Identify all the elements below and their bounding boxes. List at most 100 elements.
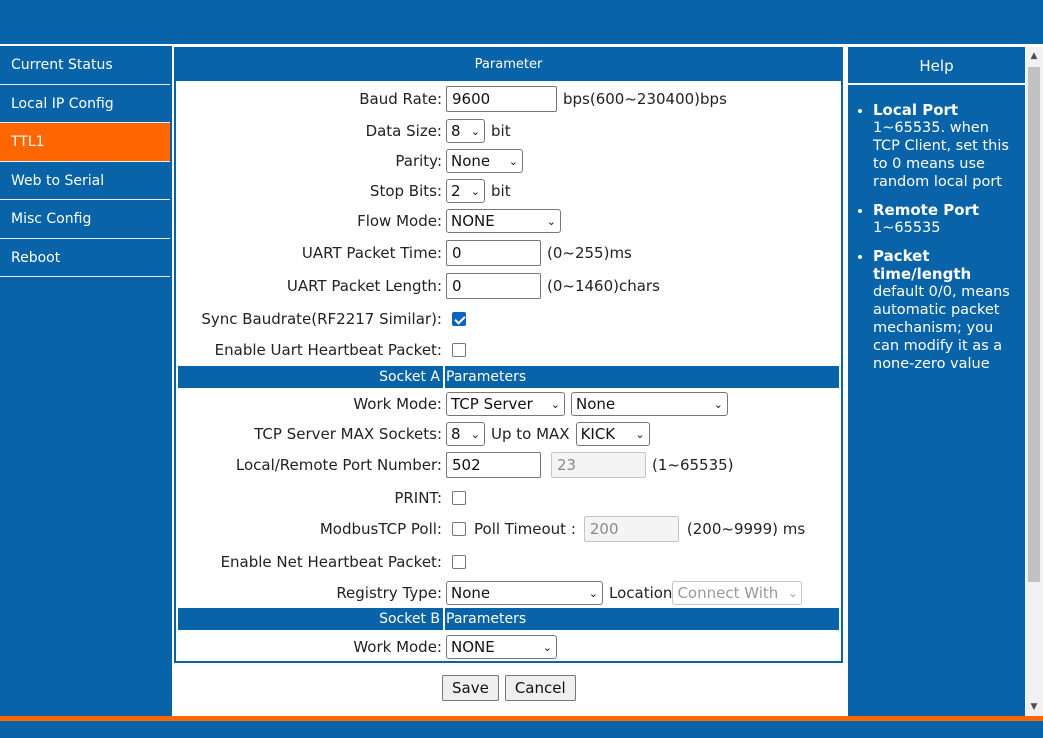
uart-packet-time-row: UART Packet Time: (0~255)ms — [176, 239, 841, 267]
registry-type-value: None — [451, 584, 491, 602]
flow-mode-row: Flow Mode: NONE ⌄ — [176, 207, 841, 235]
up-to-max-label: Up to MAX — [491, 425, 570, 443]
max-sockets-value: 8 — [451, 425, 461, 443]
baud-rate-label: Baud Rate: — [359, 90, 442, 108]
poll-timeout-label: Poll Timeout : — [474, 520, 576, 538]
help-item-text: 1~65535 — [873, 220, 941, 236]
max-sockets-select[interactable]: 8 ⌄ — [446, 422, 485, 446]
uart-packet-time-hint: (0~255)ms — [547, 244, 632, 262]
footer-bar — [0, 721, 1043, 738]
sidebar-item-current-status[interactable]: Current Status — [0, 46, 170, 85]
modbus-poll-row: ModbusTCP Poll: Poll Timeout : (200~9999… — [176, 515, 841, 543]
stop-bits-select[interactable]: 2 ⌄ — [446, 179, 485, 203]
socket-b-work-mode-label: Work Mode: — [353, 638, 442, 656]
poll-timeout-hint: (200~9999) ms — [686, 520, 806, 538]
flow-mode-value: NONE — [451, 212, 495, 230]
uart-packet-length-input[interactable] — [446, 273, 541, 299]
uart-packet-length-hint: (0~1460)chars — [547, 277, 660, 295]
registry-type-label: Registry Type: — [336, 584, 442, 602]
local-port-input[interactable] — [446, 452, 541, 478]
uart-packet-time-input[interactable] — [446, 240, 541, 266]
remote-port-input[interactable] — [551, 452, 646, 478]
net-heartbeat-row: Enable Net Heartbeat Packet: — [176, 548, 841, 576]
socket-a-protocol-value: None — [576, 395, 616, 413]
data-size-unit: bit — [491, 122, 511, 140]
port-number-label: Local/Remote Port Number: — [235, 456, 442, 474]
print-row: PRINT: — [176, 484, 841, 512]
location-label: Location — [609, 584, 673, 602]
stop-bits-value: 2 — [451, 182, 461, 200]
sync-baudrate-label: Sync Baudrate(RF2217 Similar): — [201, 310, 442, 328]
socket-a-parameters: Parameters — [446, 369, 527, 385]
section-divider — [443, 366, 445, 388]
max-policy-select[interactable]: KICK ⌄ — [575, 422, 650, 446]
sidebar-item-misc-config[interactable]: Misc Config — [0, 200, 170, 239]
sidebar-item-reboot[interactable]: Reboot — [0, 239, 170, 277]
baud-rate-input[interactable] — [446, 86, 557, 112]
parity-select[interactable]: None ⌄ — [446, 149, 523, 173]
uart-heartbeat-row: Enable Uart Heartbeat Packet: — [176, 336, 841, 364]
poll-timeout-input[interactable] — [583, 516, 679, 542]
uart-heartbeat-label: Enable Uart Heartbeat Packet: — [214, 341, 442, 359]
chevron-down-icon: ⌄ — [470, 124, 480, 138]
scroll-down-arrow-icon[interactable]: ▼ — [1025, 698, 1043, 716]
vertical-scrollbar[interactable]: ▲ ▼ — [1025, 47, 1043, 716]
data-size-label: Data Size: — [365, 122, 442, 140]
parity-row: Parity: None ⌄ — [176, 147, 841, 175]
chevron-down-icon: ⌄ — [470, 184, 480, 198]
cancel-button[interactable]: Cancel — [504, 675, 576, 701]
socket-a-work-mode-value: TCP Server — [451, 395, 533, 413]
print-label: PRINT: — [394, 489, 442, 507]
scroll-up-arrow-icon[interactable]: ▲ — [1025, 47, 1043, 65]
uart-packet-time-label: UART Packet Time: — [301, 244, 442, 262]
flow-mode-select[interactable]: NONE ⌄ — [446, 209, 561, 233]
help-panel: Help Local Port 1~65535. when TCP Client… — [848, 47, 1025, 716]
registry-type-select[interactable]: None ⌄ — [446, 581, 603, 605]
socket-a-protocol-select[interactable]: None ⌄ — [571, 392, 728, 416]
scroll-thumb[interactable] — [1028, 67, 1040, 582]
net-heartbeat-label: Enable Net Heartbeat Packet: — [220, 553, 442, 571]
chevron-down-icon: ⌄ — [546, 214, 556, 228]
save-button[interactable]: Save — [442, 675, 499, 701]
form-actions: Save Cancel — [442, 675, 576, 701]
data-size-row: Data Size: 8 ⌄ bit — [176, 117, 841, 145]
uart-packet-length-label: UART Packet Length: — [286, 277, 442, 295]
sync-baudrate-checkbox[interactable] — [452, 312, 466, 326]
panel-title: Parameter — [176, 49, 841, 81]
socket-a-section-bar: Socket A Parameters — [178, 366, 839, 388]
socket-a-work-mode-row: Work Mode: TCP Server ⌄ None ⌄ — [176, 390, 841, 418]
flow-mode-label: Flow Mode: — [357, 212, 442, 230]
location-value: Connect With — [677, 584, 779, 602]
chevron-down-icon: ⌄ — [542, 640, 552, 654]
chevron-down-icon: ⌄ — [788, 586, 798, 600]
socket-b-work-mode-select[interactable]: NONE ⌄ — [446, 635, 557, 659]
chevron-down-icon: ⌄ — [470, 427, 480, 441]
port-number-row: Local/Remote Port Number: (1~65535) — [176, 451, 841, 479]
uart-packet-length-row: UART Packet Length: (0~1460)chars — [176, 272, 841, 300]
registry-type-row: Registry Type: None ⌄ Location Connect Wi… — [176, 579, 841, 607]
max-sockets-label: TCP Server MAX Sockets: — [254, 425, 442, 443]
socket-a-work-mode-select[interactable]: TCP Server ⌄ — [446, 392, 565, 416]
socket-b-section-bar: Socket B Parameters — [178, 608, 839, 630]
chevron-down-icon: ⌄ — [550, 397, 560, 411]
help-item-local-port: Local Port 1~65535. when TCP Client, set… — [873, 101, 1019, 191]
uart-heartbeat-checkbox[interactable] — [452, 343, 466, 357]
sidebar-item-web-to-serial[interactable]: Web to Serial — [0, 162, 170, 200]
modbus-poll-checkbox[interactable] — [452, 522, 466, 536]
help-title: Help — [848, 47, 1025, 85]
help-item-title: Remote Port — [873, 201, 980, 219]
help-item-text: 1~65535. when TCP Client, set this to 0 … — [873, 120, 1009, 190]
print-checkbox[interactable] — [452, 491, 466, 505]
parity-value: None — [451, 152, 491, 170]
socket-b-work-mode-row: Work Mode: NONE ⌄ — [176, 633, 841, 661]
sidebar-nav: Current Status Local IP Config TTL1 Web … — [0, 44, 172, 716]
net-heartbeat-checkbox[interactable] — [452, 555, 466, 569]
help-item-remote-port: Remote Port 1~65535 — [873, 201, 1019, 237]
sidebar-item-ttl1[interactable]: TTL1 — [0, 123, 170, 162]
socket-b-title: Socket B — [379, 611, 440, 627]
data-size-select[interactable]: 8 ⌄ — [446, 119, 485, 143]
sidebar-item-local-ip-config[interactable]: Local IP Config — [0, 85, 170, 123]
location-select[interactable]: Connect With ⌄ — [672, 581, 803, 605]
help-item-title: Local Port — [873, 101, 959, 119]
section-divider — [443, 608, 445, 630]
